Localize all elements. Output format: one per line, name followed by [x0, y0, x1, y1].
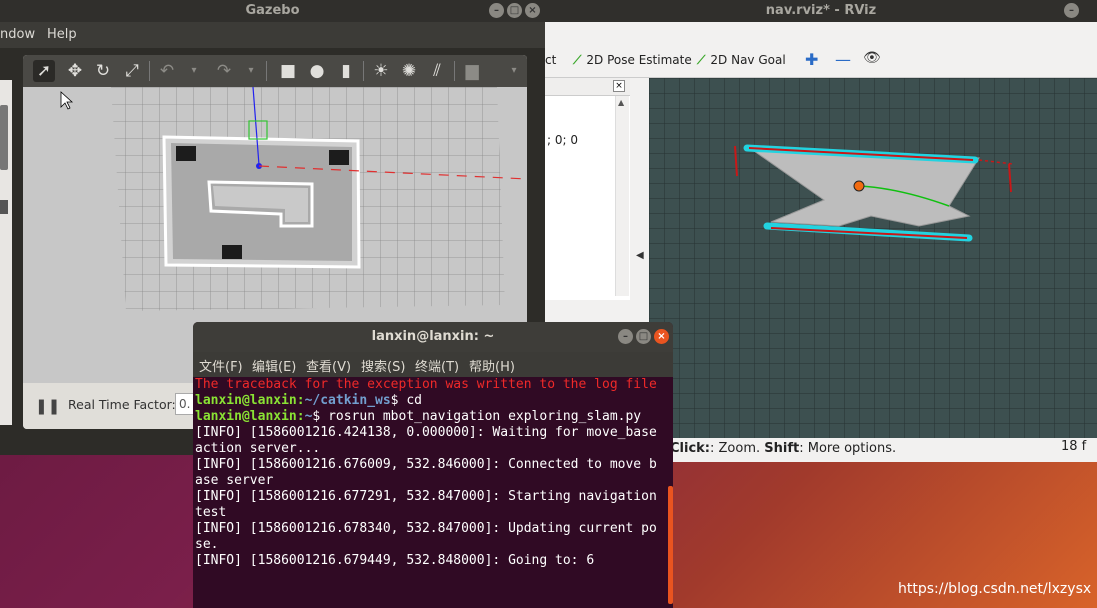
- menu-search[interactable]: 搜索(S): [361, 356, 405, 375]
- collapse-left-icon: ◀: [636, 250, 644, 261]
- panel-tab[interactable]: [0, 200, 8, 214]
- panel-tab[interactable]: [0, 105, 8, 170]
- gazebo-toolbar: ➚ ✥ ↻ ⤢ ↶ ▾ ↷ ▾ ■ ● ▮ ☀ ✺ ⫽ ▆ ▾: [23, 55, 527, 87]
- chevron-down-icon[interactable]: ▾: [183, 60, 205, 82]
- nav-goal-button[interactable]: ⟋ 2D Nav Goal: [697, 53, 786, 68]
- pose-estimate-label: 2D Pose Estimate: [586, 53, 692, 67]
- rtf-label: Real Time Factor:: [68, 397, 176, 412]
- terminal-window-controls: – □ ×: [618, 329, 669, 344]
- toolbar-divider: [266, 61, 267, 81]
- prompt-line: lanxin@lanxin:~$ rosrun mbot_navigation …: [195, 409, 642, 424]
- menu-window[interactable]: ndow: [0, 27, 35, 42]
- prompt-line: lanxin@lanxin:~/catkin_ws$ cd: [195, 393, 422, 408]
- obstacle-box: [222, 245, 242, 259]
- rviz-title: nav.rviz* - RViz: [765, 3, 877, 18]
- toolbar-divider: [149, 61, 150, 81]
- spot-light-icon[interactable]: ✺: [398, 60, 420, 82]
- scale-icon[interactable]: ⤢: [121, 60, 143, 82]
- mouse-cursor-icon: [60, 91, 74, 110]
- fps-readout: 18 f: [1061, 439, 1087, 454]
- rviz-3d-view[interactable]: [649, 78, 1097, 438]
- point-light-icon[interactable]: ☀: [370, 60, 392, 82]
- pose-estimate-button[interactable]: ⟋ 2D Pose Estimate: [573, 53, 692, 68]
- display-value: ; 0; 0: [547, 133, 578, 147]
- terminal-scrollbar[interactable]: [668, 486, 673, 604]
- cylinder-shape-icon[interactable]: ▮: [335, 60, 357, 82]
- close-icon[interactable]: ×: [525, 3, 540, 18]
- map-grid: [649, 78, 1097, 438]
- eye-icon[interactable]: 👁: [863, 50, 881, 66]
- gazebo-menubar: ndow Help: [0, 22, 545, 48]
- translate-icon[interactable]: ✥: [64, 60, 86, 82]
- gazebo-title: Gazebo: [245, 3, 300, 18]
- pose-arrow-icon: ⟋: [573, 53, 582, 67]
- rviz-titlebar[interactable]: nav.rviz* - RViz –: [545, 0, 1097, 22]
- menu-edit[interactable]: 编辑(E): [252, 356, 296, 375]
- chevron-down-icon[interactable]: ▾: [240, 60, 262, 82]
- close-icon[interactable]: ×: [654, 329, 669, 344]
- directional-light-icon[interactable]: ⫽: [426, 60, 448, 82]
- watermark-text: https://blog.csdn.net/lxzysx: [898, 581, 1092, 597]
- maximize-icon[interactable]: □: [507, 3, 522, 18]
- toolbar-divider: [363, 61, 364, 81]
- obstacle-box: [329, 150, 349, 165]
- log-line: [INFO] [1586001216.678340, 532.847000]: …: [195, 521, 657, 552]
- minimize-icon[interactable]: –: [1064, 3, 1079, 18]
- copy-icon[interactable]: ▆: [461, 60, 483, 82]
- panel-scrollbar[interactable]: ▲: [615, 96, 629, 296]
- minimize-icon[interactable]: –: [489, 3, 504, 18]
- menu-help[interactable]: Help: [47, 27, 77, 42]
- terminal-titlebar[interactable]: lanxin@lanxin: ~ – □ ×: [193, 322, 673, 352]
- map-canvas: [649, 78, 1097, 438]
- add-tool-icon[interactable]: ✚: [805, 50, 818, 69]
- terminal-window: lanxin@lanxin: ~ – □ × 文件(F) 编辑(E) 查看(V)…: [193, 322, 673, 608]
- sphere-shape-icon[interactable]: ●: [306, 60, 328, 82]
- scroll-up-icon[interactable]: ▲: [618, 98, 624, 107]
- goal-arrow-icon: ⟋: [697, 53, 706, 67]
- rotate-icon[interactable]: ↻: [92, 60, 114, 82]
- undo-icon[interactable]: ↶: [156, 60, 178, 82]
- rviz-toolbar: ct ⟋ 2D Pose Estimate ⟋ 2D Nav Goal ✚ — 👁: [545, 42, 1097, 78]
- close-icon[interactable]: ×: [613, 80, 625, 92]
- log-line: [INFO] [1586001216.679449, 532.848000]: …: [195, 553, 595, 568]
- toolbar-divider: [454, 61, 455, 81]
- redo-icon[interactable]: ↷: [213, 60, 235, 82]
- terminal-output[interactable]: The traceback for the exception was writ…: [195, 377, 661, 569]
- menu-terminal[interactable]: 终端(T): [415, 356, 459, 375]
- status-message: Click:: Zoom. Shift: More options.: [670, 441, 897, 456]
- rviz-window-controls: –: [1064, 3, 1079, 18]
- log-line: [INFO] [1586001216.676009, 532.846000]: …: [195, 457, 657, 488]
- select-arrow-icon[interactable]: ➚: [33, 60, 55, 82]
- chevron-down-icon[interactable]: ▾: [503, 60, 525, 82]
- nav-goal-label: 2D Nav Goal: [710, 53, 786, 67]
- menu-file[interactable]: 文件(F): [199, 356, 243, 375]
- box-shape-icon[interactable]: ■: [277, 60, 299, 82]
- robot-marker: [853, 180, 865, 192]
- gazebo-window-controls: – □ ×: [489, 3, 540, 18]
- maximize-icon[interactable]: □: [636, 329, 651, 344]
- error-line: The traceback for the exception was writ…: [195, 377, 657, 392]
- obstacle-box: [176, 146, 196, 161]
- panel-header: ×: [545, 78, 630, 96]
- log-line: [INFO] [1586001216.424138, 0.000000]: Wa…: [195, 425, 665, 456]
- terminal-title: lanxin@lanxin: ~: [371, 329, 495, 344]
- pause-icon[interactable]: ❚❚: [35, 397, 60, 415]
- minimize-icon[interactable]: –: [618, 329, 633, 344]
- log-line: [INFO] [1586001216.677291, 532.847000]: …: [195, 489, 665, 520]
- remove-tool-icon[interactable]: —: [835, 50, 851, 69]
- toolbar-partial-label[interactable]: ct: [545, 53, 556, 67]
- gazebo-left-panel: [0, 80, 12, 425]
- gazebo-titlebar[interactable]: Gazebo – □ ×: [0, 0, 545, 22]
- terminal-menubar: 文件(F) 编辑(E) 查看(V) 搜索(S) 终端(T) 帮助(H): [193, 352, 673, 377]
- menu-help[interactable]: 帮助(H): [469, 356, 515, 375]
- menu-view[interactable]: 查看(V): [306, 356, 351, 375]
